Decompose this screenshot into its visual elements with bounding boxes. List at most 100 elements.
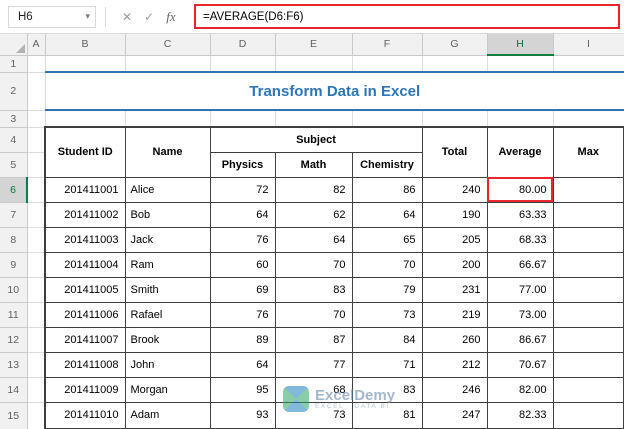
cell-math[interactable]: 64 <box>274 226 353 253</box>
header-physics[interactable]: Physics <box>209 151 276 178</box>
cell[interactable] <box>352 110 423 128</box>
cell-math[interactable]: 87 <box>274 326 353 353</box>
cell-student-id[interactable]: 201411004 <box>44 251 126 278</box>
cell-name[interactable]: Rafael <box>124 301 211 328</box>
row-header-14[interactable]: 14 <box>0 377 28 403</box>
cell[interactable] <box>27 277 46 303</box>
cell-physics[interactable]: 76 <box>209 301 276 328</box>
cell-total[interactable]: 240 <box>421 176 488 203</box>
cell-math[interactable]: 77 <box>274 351 353 378</box>
row-header-7[interactable]: 7 <box>0 202 28 228</box>
row-header-4[interactable]: 4 <box>0 127 28 153</box>
cell-name[interactable]: Bob <box>124 201 211 228</box>
column-header-d[interactable]: D <box>210 34 276 56</box>
cell-physics[interactable]: 76 <box>209 226 276 253</box>
cell[interactable] <box>487 55 554 73</box>
row-header-9[interactable]: 9 <box>0 252 28 278</box>
cell-name[interactable]: Jack <box>124 226 211 253</box>
select-all-corner[interactable] <box>0 34 28 56</box>
cell[interactable] <box>275 55 353 73</box>
cell-max[interactable] <box>552 376 624 403</box>
cell-name[interactable]: Morgan <box>124 376 211 403</box>
cell-average[interactable]: 68.33 <box>486 226 554 253</box>
column-header-b[interactable]: B <box>45 34 126 56</box>
cell-student-id[interactable]: 201411008 <box>44 351 126 378</box>
cell-student-id[interactable]: 201411009 <box>44 376 126 403</box>
selected-cell-h6[interactable]: 80.00 <box>486 176 554 203</box>
cell-max[interactable] <box>552 201 624 228</box>
cell[interactable] <box>125 55 211 73</box>
cell-math[interactable]: 82 <box>274 176 353 203</box>
cell-physics[interactable]: 89 <box>209 326 276 353</box>
cell-total[interactable]: 219 <box>421 301 488 328</box>
cell[interactable] <box>210 55 276 73</box>
cell-average[interactable]: 82.33 <box>486 401 554 429</box>
row-header-12[interactable]: 12 <box>0 327 28 353</box>
header-name[interactable]: Name <box>124 126 211 178</box>
name-box[interactable]: H6 ▾ <box>8 5 96 28</box>
cell[interactable] <box>487 110 554 128</box>
row-header-3[interactable]: 3 <box>0 110 28 128</box>
cell-chemistry[interactable]: 83 <box>351 376 423 403</box>
row-header-8[interactable]: 8 <box>0 227 28 253</box>
cell-max[interactable] <box>552 351 624 378</box>
row-header-15[interactable]: 15 <box>0 402 28 429</box>
cell[interactable] <box>125 110 211 128</box>
formula-input[interactable]: =AVERAGE(D6:F6) <box>194 4 620 29</box>
cell-total[interactable]: 231 <box>421 276 488 303</box>
cell-max[interactable] <box>552 226 624 253</box>
column-header-i[interactable]: I <box>553 34 624 56</box>
row-header-2[interactable]: 2 <box>0 72 28 111</box>
cell[interactable] <box>27 55 46 73</box>
row-header-13[interactable]: 13 <box>0 352 28 378</box>
cell-chemistry[interactable]: 71 <box>351 351 423 378</box>
cell-name[interactable]: Alice <box>124 176 211 203</box>
cell-total[interactable]: 212 <box>421 351 488 378</box>
cell-math[interactable]: 68 <box>274 376 353 403</box>
cell-math[interactable]: 73 <box>274 401 353 429</box>
cell-math[interactable]: 70 <box>274 251 353 278</box>
cell-total[interactable]: 190 <box>421 201 488 228</box>
cell[interactable] <box>27 127 46 153</box>
cell-max[interactable] <box>552 176 624 203</box>
cell[interactable] <box>352 55 423 73</box>
row-header-10[interactable]: 10 <box>0 277 28 303</box>
cell[interactable] <box>45 55 126 73</box>
cell-physics[interactable]: 72 <box>209 176 276 203</box>
cell[interactable] <box>27 110 46 128</box>
cell[interactable] <box>553 110 624 128</box>
column-header-a[interactable]: A <box>27 34 46 56</box>
enter-icon[interactable]: ✓ <box>138 10 160 24</box>
header-chemistry[interactable]: Chemistry <box>351 151 423 178</box>
cell-student-id[interactable]: 201411003 <box>44 226 126 253</box>
cell-chemistry[interactable]: 86 <box>351 176 423 203</box>
header-max[interactable]: Max <box>552 126 624 178</box>
cell-average[interactable]: 70.67 <box>486 351 554 378</box>
cell-physics[interactable]: 64 <box>209 201 276 228</box>
cell[interactable] <box>27 352 46 378</box>
cell-student-id[interactable]: 201411010 <box>44 401 126 429</box>
cell[interactable] <box>45 110 126 128</box>
cell-physics[interactable]: 60 <box>209 251 276 278</box>
cell-name[interactable]: Ram <box>124 251 211 278</box>
cell-physics[interactable]: 95 <box>209 376 276 403</box>
cell-total[interactable]: 246 <box>421 376 488 403</box>
cell-chemistry[interactable]: 73 <box>351 301 423 328</box>
cell-max[interactable] <box>552 301 624 328</box>
cell-average[interactable]: 86.67 <box>486 326 554 353</box>
cell[interactable] <box>422 110 488 128</box>
cell-total[interactable]: 247 <box>421 401 488 429</box>
row-header-6-selected[interactable]: 6 <box>0 177 28 203</box>
name-box-dropdown-icon[interactable]: ▾ <box>85 12 90 21</box>
cell-name[interactable]: Smith <box>124 276 211 303</box>
header-subject[interactable]: Subject <box>209 126 423 153</box>
cell-physics[interactable]: 69 <box>209 276 276 303</box>
cell-max[interactable] <box>552 401 624 429</box>
cell-average[interactable]: 73.00 <box>486 301 554 328</box>
cell[interactable] <box>27 72 46 111</box>
cell-physics[interactable]: 93 <box>209 401 276 429</box>
cell[interactable] <box>210 110 276 128</box>
cell[interactable] <box>27 377 46 403</box>
cell[interactable] <box>27 252 46 278</box>
cancel-icon[interactable]: ✕ <box>116 10 138 24</box>
